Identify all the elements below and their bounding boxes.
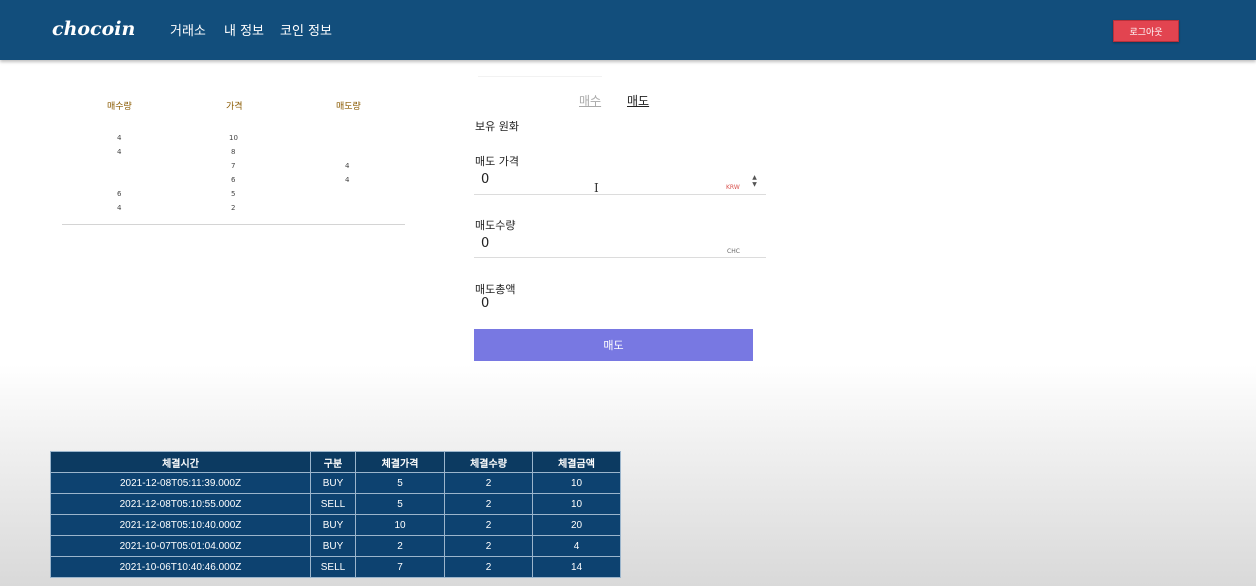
cell-time: 2021-12-08T05:10:55.000Z [50, 493, 311, 515]
logout-button[interactable]: 로그아웃 [1113, 20, 1179, 42]
cell-price: 5 [355, 493, 445, 515]
sell-total-label: 매도총액 [475, 283, 516, 296]
nav-exchange[interactable]: 거래소 [170, 20, 206, 39]
cell-price: 7 [355, 556, 445, 578]
sell-qty-input[interactable]: 0 [481, 236, 489, 251]
orderbook-price[interactable]: 2 [231, 204, 235, 212]
orderbook-sell-qty: 4 [345, 162, 350, 170]
orderbook-header-sell-qty: 매도량 [336, 102, 361, 112]
tab-sell[interactable]: 매도 [627, 92, 649, 109]
cell-time: 2021-12-08T05:11:39.000Z [50, 472, 311, 494]
col-type: 구분 [310, 451, 356, 473]
krw-unit: KRW [726, 184, 740, 191]
sell-price-input[interactable]: 0 [481, 172, 489, 187]
cell-amount: 14 [532, 556, 621, 578]
orderbook-buy-qty: 4 [117, 204, 122, 212]
orderbook-price[interactable]: 8 [231, 148, 235, 156]
orderbook-buy-qty: 6 [117, 190, 122, 198]
table-row: 2021-12-08T05:10:55.000Z SELL 5 2 10 [50, 493, 621, 515]
cell-amount: 10 [532, 472, 621, 494]
col-trade-price: 체결가격 [355, 451, 445, 473]
col-trade-amount: 체결금액 [532, 451, 621, 473]
orderbook-header-buy-qty: 매수량 [107, 102, 132, 112]
brand-logo[interactable]: chocoin [52, 18, 135, 40]
stepper-down-icon[interactable]: ▼ [750, 181, 759, 188]
cell-type: BUY [310, 514, 356, 536]
orderbook-sell-qty: 4 [345, 176, 350, 184]
cell-amount: 20 [532, 514, 621, 536]
sell-total-value: 0 [481, 296, 490, 311]
cell-type: BUY [310, 472, 356, 494]
orderbook-divider [62, 224, 405, 225]
cell-qty: 2 [444, 514, 533, 536]
sell-qty-label: 매도수량 [475, 219, 516, 232]
sell-qty-underline [474, 257, 766, 258]
nav-coin-info[interactable]: 코인 정보 [280, 20, 332, 39]
col-trade-qty: 체결수량 [444, 451, 533, 473]
sell-price-label: 매도 가격 [475, 155, 519, 168]
orderbook-price[interactable]: 10 [229, 134, 238, 142]
cell-time: 2021-10-06T10:40:46.000Z [50, 556, 311, 578]
chc-unit: CHC [727, 248, 740, 255]
cell-price: 5 [355, 472, 445, 494]
col-trade-time: 체결시간 [50, 451, 311, 473]
nav-my-info[interactable]: 내 정보 [224, 20, 264, 39]
cell-type: SELL [310, 493, 356, 515]
table-row: 2021-10-07T05:01:04.000Z BUY 2 2 4 [50, 535, 621, 557]
cell-type: BUY [310, 535, 356, 557]
cell-time: 2021-10-07T05:01:04.000Z [50, 535, 311, 557]
cell-qty: 2 [444, 493, 533, 515]
orderbook-price[interactable]: 7 [231, 162, 235, 170]
text-cursor-icon: I [594, 181, 599, 195]
table-header-row: 체결시간 구분 체결가격 체결수량 체결금액 [50, 451, 621, 473]
orderbook-price[interactable]: 6 [231, 176, 235, 184]
cell-qty: 2 [444, 535, 533, 557]
top-navbar: chocoin 거래소 내 정보 코인 정보 로그아웃 [0, 0, 1256, 60]
cell-qty: 2 [444, 556, 533, 578]
table-row: 2021-10-06T10:40:46.000Z SELL 7 2 14 [50, 556, 621, 578]
cell-amount: 10 [532, 493, 621, 515]
form-top-divider [478, 76, 602, 77]
cell-time: 2021-12-08T05:10:40.000Z [50, 514, 311, 536]
cell-price: 2 [355, 535, 445, 557]
orderbook-buy-qty: 4 [117, 148, 122, 156]
stepper-up-icon[interactable]: ▲ [750, 174, 759, 181]
tab-buy[interactable]: 매수 [579, 92, 601, 109]
cell-type: SELL [310, 556, 356, 578]
sell-price-underline [474, 194, 766, 195]
orderbook-header-price: 가격 [226, 102, 243, 112]
cell-amount: 4 [532, 535, 621, 557]
trade-history-table: 체결시간 구분 체결가격 체결수량 체결금액 2021-12-08T05:11:… [50, 451, 621, 578]
sell-submit-button[interactable]: 매도 [474, 329, 753, 361]
cell-qty: 2 [444, 472, 533, 494]
orderbook-price[interactable]: 5 [231, 190, 235, 198]
price-stepper[interactable]: ▲ ▼ [750, 174, 759, 188]
holding-krw-label: 보유 원화 [475, 120, 519, 133]
table-row: 2021-12-08T05:10:40.000Z BUY 10 2 20 [50, 514, 621, 536]
orderbook-buy-qty: 4 [117, 134, 122, 142]
table-row: 2021-12-08T05:11:39.000Z BUY 5 2 10 [50, 472, 621, 494]
cell-price: 10 [355, 514, 445, 536]
